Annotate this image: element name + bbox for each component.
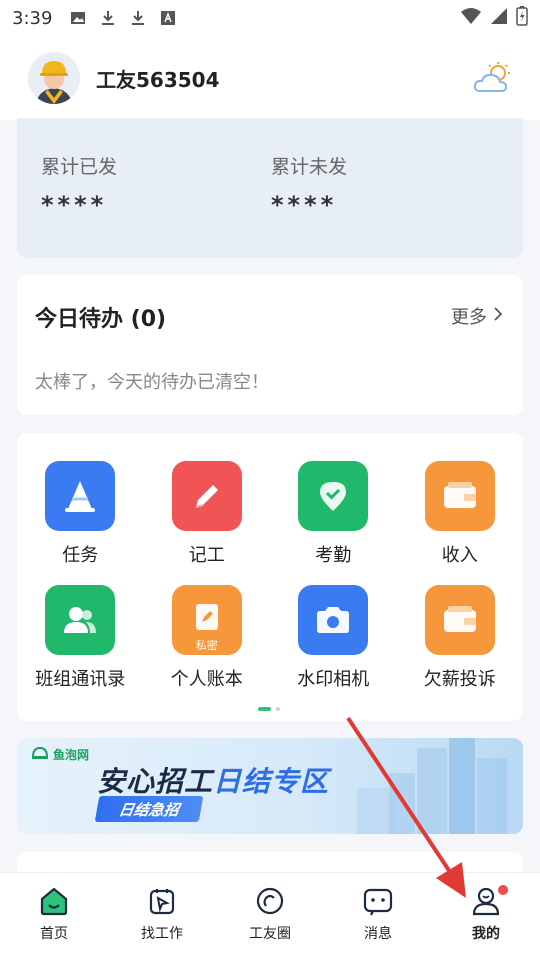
camera-icon <box>317 607 350 633</box>
username: 工友563504 <box>96 67 220 92</box>
paid-value: **** <box>41 191 108 219</box>
feature-tile: 私密 <box>171 585 242 655</box>
tab-label: 找工作 <box>141 926 183 942</box>
tab-label: 首页 <box>40 926 68 942</box>
todo-title: 今日待办 (0) <box>35 307 167 332</box>
page-indicator <box>258 707 280 711</box>
banner-title-part1: 安心招工 <box>97 765 214 798</box>
status-time: 3:39 <box>12 7 53 29</box>
pencil-icon <box>195 485 218 508</box>
feature-tile <box>424 585 495 655</box>
chevron-right-icon <box>493 306 503 327</box>
message-icon <box>363 888 393 916</box>
feature-label: 欠薪投诉 <box>423 669 496 690</box>
font-icon <box>160 10 176 26</box>
tab-label: 消息 <box>364 926 392 942</box>
tab-messages[interactable]: 消息 <box>324 873 432 943</box>
paid-label: 累计已发 <box>41 156 118 178</box>
notification-badge <box>498 885 508 895</box>
feature-grid-card: 任务 记工 考勤 收入 班组通讯录 私密 个人账本 水印相机 欠薪投诉 <box>17 433 523 721</box>
weather-icon[interactable] <box>472 61 512 95</box>
feature-record-work[interactable]: 记工 <box>144 461 271 567</box>
tab-worker-circle[interactable]: 工友圈 <box>216 873 324 943</box>
recruit-banner[interactable]: 鱼泡网 安心招工日结专区 日结急招 <box>17 738 523 834</box>
bottom-tab-bar: 首页 找工作 工友圈 消息 我的 <box>0 872 540 960</box>
feature-tile <box>171 461 242 531</box>
page-dot <box>276 707 280 711</box>
download-icon <box>100 10 116 26</box>
feature-label: 记工 <box>188 545 225 566</box>
contacts-icon <box>64 607 97 633</box>
banner-title: 安心招工日结专区 <box>97 760 329 800</box>
tab-label: 工友圈 <box>249 926 291 942</box>
tab-profile[interactable]: 我的 <box>432 873 540 943</box>
signal-icon <box>490 7 508 30</box>
status-bar: 3:39 <box>0 0 540 36</box>
banner-title-part2: 日结专区 <box>213 765 330 798</box>
unpaid-value: **** <box>271 191 338 219</box>
banner-logo: 鱼泡网 <box>31 746 89 763</box>
feature-grid: 任务 记工 考勤 收入 班组通讯录 私密 个人账本 水印相机 欠薪投诉 <box>17 461 523 691</box>
feature-label: 班组通讯录 <box>35 669 126 690</box>
todo-card: 今日待办 (0) 更多 太棒了，今天的待办已清空！ <box>17 275 523 415</box>
banner-logo-text: 鱼泡网 <box>53 748 90 762</box>
download-icon <box>130 10 146 26</box>
unpaid-summary: 累计未发 **** <box>271 152 347 219</box>
feature-tile <box>298 585 369 655</box>
battery-icon <box>516 5 528 31</box>
tab-home[interactable]: 首页 <box>0 873 108 943</box>
wifi-icon <box>460 7 482 30</box>
feature-income[interactable]: 收入 <box>397 461 524 567</box>
find-job-icon <box>149 889 175 915</box>
banner-subtitle: 日结急招 <box>94 796 204 822</box>
todo-more-link[interactable]: 更多 <box>451 303 503 329</box>
ledger-icon <box>195 604 218 630</box>
feature-label: 个人账本 <box>170 669 243 690</box>
feature-watermark-camera[interactable]: 水印相机 <box>270 585 397 691</box>
todo-empty-message: 太棒了，今天的待办已清空！ <box>35 372 269 393</box>
feature-personal-ledger[interactable]: 私密 个人账本 <box>144 585 271 691</box>
home-icon <box>40 887 68 916</box>
feature-task[interactable]: 任务 <box>17 461 144 567</box>
feature-label: 任务 <box>62 545 99 566</box>
feature-tile <box>424 461 495 531</box>
feature-wage-complaint[interactable]: 欠薪投诉 <box>397 585 524 691</box>
earnings-card[interactable]: 累计已发 **** 累计未发 **** <box>17 118 523 258</box>
image-icon <box>70 10 86 26</box>
cone-icon <box>65 481 96 512</box>
feature-team-contacts[interactable]: 班组通讯录 <box>17 585 144 691</box>
profile-header: 工友563504 <box>0 36 540 120</box>
feature-label: 收入 <box>441 545 478 566</box>
feature-label: 考勤 <box>315 545 352 566</box>
feature-tile <box>298 461 369 531</box>
private-tag: 私密 <box>195 639 218 652</box>
hard-hat-icon <box>31 746 49 763</box>
feature-label: 水印相机 <box>297 669 370 690</box>
todo-more-label: 更多 <box>451 307 487 328</box>
location-check-icon <box>320 482 347 511</box>
feature-attendance[interactable]: 考勤 <box>270 461 397 567</box>
paid-summary: 累计已发 **** <box>41 152 117 219</box>
wallet-icon <box>443 606 476 632</box>
feature-tile <box>45 461 116 531</box>
page-dot-active <box>258 707 271 711</box>
unpaid-label: 累计未发 <box>271 156 348 178</box>
wallet-icon <box>443 482 476 508</box>
circle-icon <box>256 887 284 915</box>
feature-tile <box>45 585 116 655</box>
avatar[interactable] <box>28 52 80 104</box>
tab-label: 我的 <box>472 926 500 942</box>
tab-find-job[interactable]: 找工作 <box>108 873 216 943</box>
